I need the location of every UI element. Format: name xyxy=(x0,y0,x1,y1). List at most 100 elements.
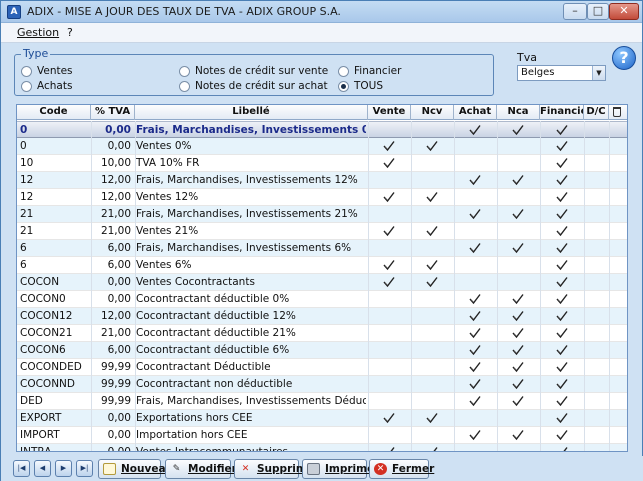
type-legend: Type xyxy=(21,47,51,60)
imprimer-button[interactable]: Imprimer xyxy=(302,459,379,479)
cell-libelle: Ventes 12% xyxy=(136,191,199,203)
cell-tva: 0,00 xyxy=(107,140,131,152)
checkmark-icon xyxy=(383,225,395,237)
header-nca[interactable]: Nca xyxy=(497,105,540,120)
table-row[interactable]: COCON12 12,00 Cocontractant déductible 12% xyxy=(17,308,627,325)
checkmark-icon xyxy=(383,276,395,288)
cell-tva: 0,00 xyxy=(107,293,131,305)
supprimer-button[interactable]: ✕ Supprimer xyxy=(234,459,319,479)
prev-record-button[interactable]: ◀ xyxy=(34,460,51,477)
checkmark-icon xyxy=(556,191,568,203)
close-circle-icon: ✕ xyxy=(374,463,387,475)
column-divider xyxy=(368,121,369,451)
table-row[interactable]: IMPORT 0,00 Importation hors CEE xyxy=(17,427,627,444)
table-row[interactable]: 21 21,00 Frais, Marchandises, Investisseme… xyxy=(17,206,627,223)
cell-libelle: Exportations hors CEE xyxy=(136,412,253,424)
table-row[interactable]: 0 0,00 Frais, Marchandises, Investissement… xyxy=(17,121,627,138)
table-row[interactable]: DED 99,99 Frais, Marchandises, Investissem… xyxy=(17,393,627,410)
cell-tva: 0,00 xyxy=(107,429,131,441)
table-row[interactable]: 6 6,00 Ventes 6% xyxy=(17,257,627,274)
table-row[interactable]: INTRA 0,00 Ventes Intracommunautaires xyxy=(17,444,627,452)
fermer-button[interactable]: ✕ Fermer xyxy=(369,459,434,479)
checkmark-icon xyxy=(469,327,481,339)
menu-help[interactable]: ? xyxy=(67,26,73,39)
menu-gestion[interactable]: Gestion xyxy=(17,26,59,39)
checkmark-icon xyxy=(469,242,481,254)
cell-tva: 0,00 xyxy=(107,446,131,452)
column-divider xyxy=(454,121,455,451)
pencil-icon: ✎ xyxy=(172,464,181,474)
cell-libelle: Frais, Marchandises, Investissements 0% xyxy=(136,124,366,136)
checkmark-icon xyxy=(469,361,481,373)
cell-tva: 21,00 xyxy=(100,225,131,237)
cell-libelle: Cocontractant déductible 12% xyxy=(136,310,296,322)
nouveau-button[interactable]: Nouveau xyxy=(98,459,173,479)
modifier-button[interactable]: ✎ Modifier xyxy=(165,459,237,479)
cell-code: COCONDED xyxy=(20,361,82,373)
cell-code: 0 xyxy=(20,124,28,136)
cell-libelle: Cocontractant déductible 6% xyxy=(136,344,290,356)
table-row[interactable]: COCON0 0,00 Cocontractant déductible 0% xyxy=(17,291,627,308)
checkmark-icon xyxy=(556,310,568,322)
radio-dot xyxy=(179,66,190,77)
title-bar[interactable]: A ADIX - MISE A JOUR DES TAUX DE TVA - A… xyxy=(1,1,642,23)
column-divider xyxy=(540,121,541,451)
table-row[interactable]: 12 12,00 Frais, Marchandises, Investisseme… xyxy=(17,172,627,189)
table-row[interactable]: 0 0,00 Ventes 0% xyxy=(17,138,627,155)
checkmark-icon xyxy=(556,293,568,305)
column-divider xyxy=(91,121,92,451)
checkmark-icon xyxy=(469,293,481,305)
cell-tva: 0,00 xyxy=(107,276,131,288)
chevron-down-icon[interactable]: ▼ xyxy=(592,66,605,80)
header-code[interactable]: Code xyxy=(17,105,91,120)
header-tva[interactable]: % TVA xyxy=(91,105,135,120)
cell-libelle: Frais, Marchandises, Investissements 21% xyxy=(136,208,358,220)
tva-label: Tva xyxy=(517,51,537,64)
table-row[interactable]: COCONDED 99,99 Cocontractant Déductible xyxy=(17,359,627,376)
header-vente[interactable]: Vente xyxy=(368,105,411,120)
radio-label: Notes de crédit sur achat xyxy=(195,80,328,92)
header-achat[interactable]: Achat xyxy=(454,105,497,120)
cell-tva: 99,99 xyxy=(100,395,131,407)
table-row[interactable]: 12 12,00 Ventes 12% xyxy=(17,189,627,206)
cell-code: 21 xyxy=(20,208,34,220)
radio-dot xyxy=(21,81,32,92)
radio-dot xyxy=(21,66,32,77)
table-row[interactable]: 21 21,00 Ventes 21% xyxy=(17,223,627,240)
checkmark-icon xyxy=(556,174,568,186)
header-libelle[interactable]: Libellé xyxy=(135,105,368,120)
first-record-button[interactable]: |◀ xyxy=(13,460,30,477)
table-row[interactable]: EXPORT 0,00 Exportations hors CEE xyxy=(17,410,627,427)
table-row[interactable]: COCON 0,00 Ventes Cocontractants xyxy=(17,274,627,291)
checkmark-icon xyxy=(426,276,438,288)
cell-tva: 6,00 xyxy=(107,242,131,254)
cell-libelle: Cocontractant déductible 21% xyxy=(136,327,296,339)
cell-tva: 0,00 xyxy=(107,412,131,424)
header-ncv[interactable]: Ncv xyxy=(411,105,454,120)
bottom-toolbar: |◀ ◀ ▶ ▶| Nouveau ✎ Modifier ✕ Supprimer… xyxy=(1,456,643,481)
cell-tva: 0,00 xyxy=(105,124,131,136)
close-button[interactable]: ✕ xyxy=(609,3,639,20)
checkmark-icon xyxy=(556,446,568,451)
tva-select[interactable]: Belges ▼ xyxy=(517,65,606,81)
minimize-button[interactable]: – xyxy=(563,3,587,20)
last-record-button[interactable]: ▶| xyxy=(76,460,93,477)
cell-libelle: Frais, Marchandises, Investissements 12% xyxy=(136,174,358,186)
checkmark-icon xyxy=(512,293,524,305)
checkmark-icon xyxy=(512,242,524,254)
modifier-label: Modifier xyxy=(188,463,237,475)
table-row[interactable]: COCON21 21,00 Cocontractant déductible 21% xyxy=(17,325,627,342)
header-dc[interactable]: D/C xyxy=(584,105,609,120)
cell-libelle: Importation hors CEE xyxy=(136,429,248,441)
table-row[interactable]: 6 6,00 Frais, Marchandises, Investissement… xyxy=(17,240,627,257)
trash-icon[interactable] xyxy=(613,107,621,117)
table-row[interactable]: COCON6 6,00 Cocontractant déductible 6% xyxy=(17,342,627,359)
next-record-button[interactable]: ▶ xyxy=(55,460,72,477)
header-financier[interactable]: Financier xyxy=(540,105,584,120)
table-row[interactable]: 10 10,00 TVA 10% FR xyxy=(17,155,627,172)
cell-libelle: Ventes Intracommunautaires xyxy=(136,446,289,452)
maximize-button[interactable]: □ xyxy=(587,3,609,20)
table-row[interactable]: COCONND 99,99 Cocontractant non déductible xyxy=(17,376,627,393)
cell-code: 12 xyxy=(20,174,34,186)
help-icon[interactable]: ? xyxy=(612,46,636,70)
